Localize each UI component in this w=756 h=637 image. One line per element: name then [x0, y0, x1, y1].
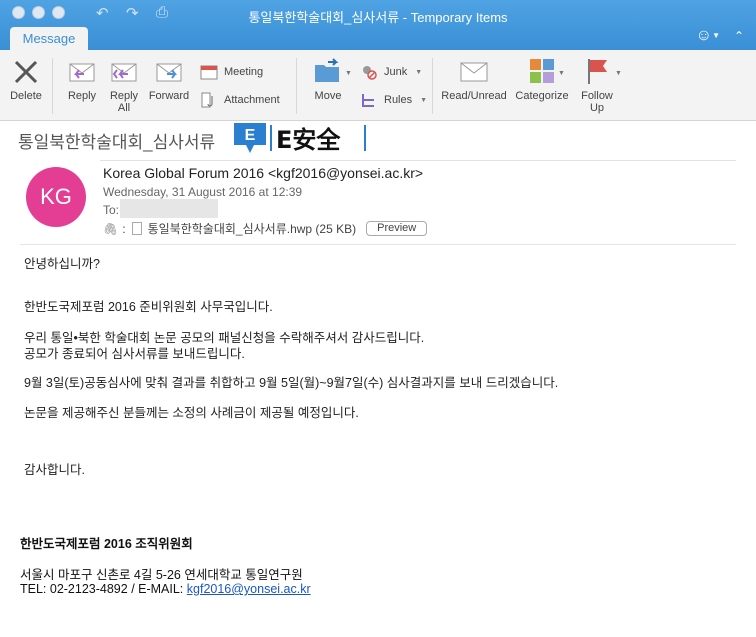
- delete-icon: [14, 60, 38, 84]
- reply-label: Reply: [67, 90, 97, 102]
- categorize-dropdown-icon[interactable]: ▼: [558, 70, 565, 77]
- reply-button[interactable]: Reply: [62, 56, 102, 102]
- attachment-icon: [201, 92, 213, 108]
- greeting: 안녕하십니까?: [24, 257, 100, 271]
- attachment-file[interactable]: 통일북한학술대회_심사서류.hwp (25 KB): [148, 220, 357, 237]
- meeting-button[interactable]: Meeting: [200, 64, 263, 80]
- sender[interactable]: Korea Global Forum 2016 <kgf2016@yonsei.…: [103, 165, 423, 181]
- divider: [432, 58, 433, 114]
- title-bar: ↶ ↷ ⎙ 통일북한학술대회_심사서류 - Temporary Items Me…: [0, 0, 756, 50]
- sent-date: Wednesday, 31 August 2016 at 12:39: [103, 185, 303, 199]
- svg-text:E: E: [245, 127, 256, 144]
- preview-button[interactable]: Preview: [366, 221, 428, 236]
- calendar-icon: [200, 65, 218, 80]
- attachment-button[interactable]: Attachment: [200, 92, 280, 108]
- forward-icon: [156, 63, 182, 82]
- follow-up-label-2: Up: [589, 102, 605, 114]
- window-title: 통일북한학술대회_심사서류 - Temporary Items: [248, 10, 508, 25]
- follow-up-button[interactable]: Follow Up: [576, 56, 618, 114]
- read-unread-button[interactable]: Read/Unread: [440, 56, 508, 102]
- categorize-icon: [530, 59, 554, 83]
- junk-icon: [363, 66, 377, 80]
- divider: [100, 160, 736, 161]
- attachment-label: Attachment: [224, 94, 280, 106]
- move-label: Move: [314, 90, 342, 102]
- envelope-icon: [460, 62, 488, 82]
- rules-icon: [362, 94, 374, 107]
- reply-all-label-1: Reply: [109, 90, 139, 102]
- move-dropdown-icon[interactable]: ▼: [345, 70, 352, 77]
- reply-all-button[interactable]: Reply All: [104, 56, 144, 114]
- divider: [20, 244, 736, 245]
- signature-org: 한반도국제포럼 2016 조직위원회: [20, 537, 193, 551]
- divider: [52, 58, 53, 114]
- delete-label: Delete: [10, 90, 42, 102]
- email-link[interactable]: kgf2016@yonsei.ac.kr: [187, 582, 311, 596]
- read-unread-label: Read/Unread: [441, 90, 507, 102]
- chevron-down-icon[interactable]: ▼: [712, 31, 720, 40]
- to-label: To:: [103, 203, 120, 217]
- document-icon: [131, 222, 142, 235]
- folder-move-icon: [315, 58, 339, 82]
- flag-icon: [588, 59, 607, 84]
- tab-message[interactable]: Message: [10, 27, 88, 50]
- junk-label: Junk: [384, 66, 408, 78]
- junk-button[interactable]: Junk ▼: [360, 64, 422, 80]
- body-line: 한반도국제포럼 2016 준비위원회 사무국입니다.: [24, 300, 273, 314]
- categorize-button[interactable]: Categorize: [512, 56, 572, 102]
- feedback-smiley-icon[interactable]: ☺: [696, 27, 712, 45]
- e-security-logo: E E安全: [234, 123, 366, 154]
- reply-all-icon: [111, 63, 137, 82]
- chevron-down-icon: ▼: [420, 96, 428, 104]
- categorize-label: Categorize: [515, 90, 569, 102]
- rules-button[interactable]: Rules ▼: [360, 92, 427, 108]
- attachment-separator: :: [122, 221, 126, 236]
- signature-address: 서울시 마포구 신촌로 4길 5-26 연세대학교 통일연구원: [20, 568, 303, 582]
- email-subject: 통일북한학술대회_심사서류: [18, 133, 216, 152]
- ribbon-toolbar: Delete Reply Reply All Forward Meeting A…: [0, 50, 756, 121]
- meeting-label: Meeting: [224, 66, 264, 78]
- recipient-redacted: [120, 199, 218, 218]
- paperclip-icon: 🖇: [103, 221, 119, 236]
- reply-all-label-2: All: [117, 102, 131, 114]
- body-line: 공모가 종료되어 심사서류를 보내드립니다.: [24, 347, 245, 361]
- move-button[interactable]: Move: [306, 56, 350, 102]
- signature-contact: TEL: 02-2123-4892 / E-MAIL: kgf2016@yons…: [20, 582, 311, 596]
- contact-prefix: TEL: 02-2123-4892 / E-MAIL:: [20, 582, 187, 596]
- chevron-down-icon: ▼: [415, 68, 423, 76]
- closing: 감사합니다.: [24, 463, 85, 477]
- body-line: 9월 3일(토)공동심사에 맞춰 결과를 취합하고 9월 5일(월)~9월7일(…: [24, 376, 559, 390]
- forward-button[interactable]: Forward: [146, 56, 192, 102]
- svg-text:E安全: E安全: [276, 126, 341, 154]
- rules-label: Rules: [384, 94, 413, 106]
- attachment-row: 🖇 : 통일북한학술대회_심사서류.hwp (25 KB) Preview: [103, 220, 428, 237]
- follow-up-dropdown-icon[interactable]: ▼: [615, 70, 622, 77]
- body-line: 논문을 제공해주신 분들께는 소정의 사례금이 제공될 예정입니다.: [24, 406, 359, 420]
- reply-icon: [69, 63, 95, 82]
- avatar: KG: [26, 167, 86, 227]
- collapse-ribbon-icon[interactable]: ⌃: [734, 29, 744, 43]
- follow-up-label-1: Follow: [581, 90, 613, 102]
- divider: [296, 58, 297, 114]
- delete-button[interactable]: Delete: [8, 56, 44, 102]
- forward-label: Forward: [148, 90, 190, 102]
